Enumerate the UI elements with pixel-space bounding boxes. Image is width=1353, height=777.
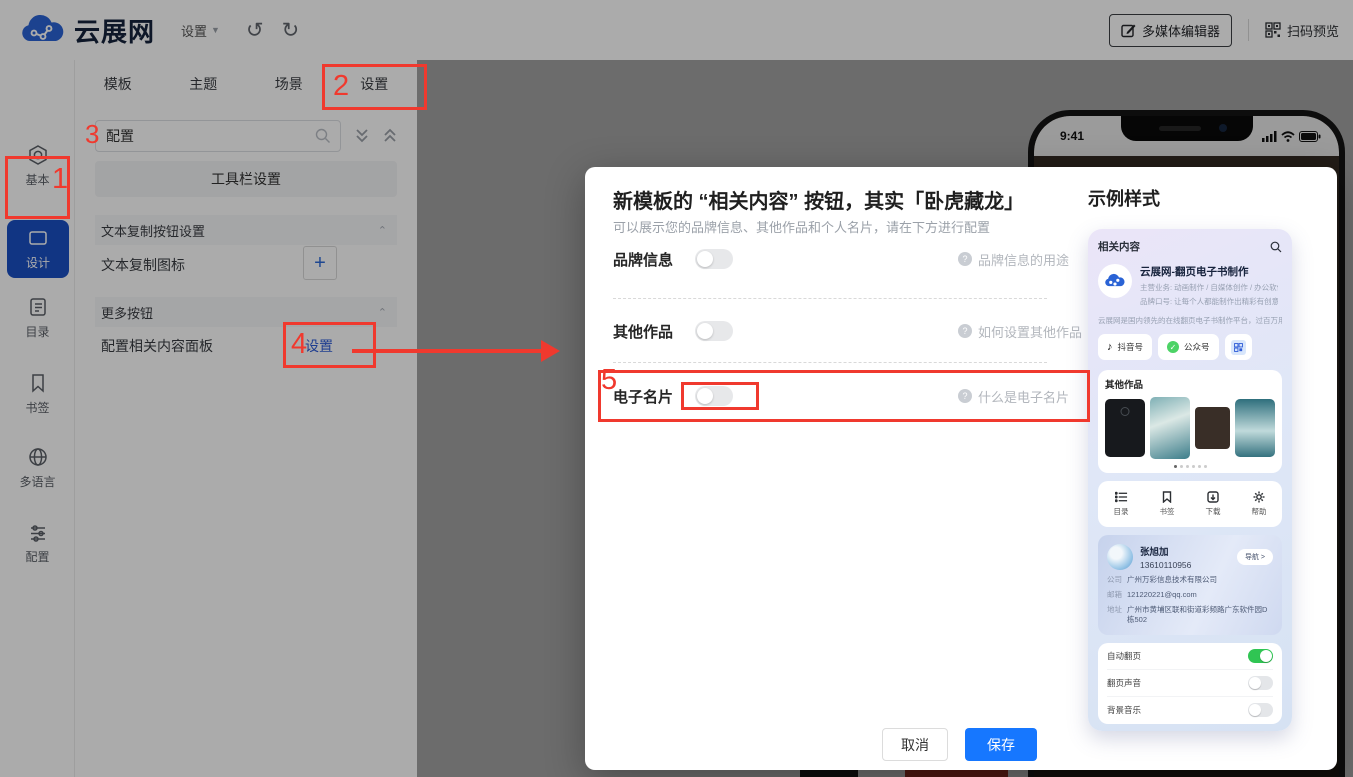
- example-preview-card: 相关内容 云展网-翻页电子书制作 主营业务: 动画制作 / 自媒体创作 / 办公…: [1088, 229, 1292, 731]
- bg-music-row: 背景音乐: [1107, 697, 1273, 724]
- toolbar-label: 帮助: [1252, 506, 1267, 517]
- company-row: 公司 广州万彩信息技术有限公司: [1107, 575, 1273, 585]
- other-works-section: 其他作品: [1098, 370, 1282, 473]
- brand-info-label: 品牌信息: [613, 249, 695, 270]
- wechat-label: 公众号: [1184, 341, 1210, 353]
- other-works-row: 其他作品 ? 如何设置其他作品: [613, 309, 1047, 353]
- person-name: 张旭加: [1140, 544, 1191, 558]
- flip-sound-toggle[interactable]: [1248, 676, 1273, 690]
- ecard-label: 电子名片: [613, 386, 695, 407]
- cloud-logo-icon: [1104, 273, 1126, 289]
- brand-line2: 品牌口号: 让每个人都能制作出精彩有创意的数字...: [1140, 296, 1278, 307]
- divider: [613, 298, 1047, 299]
- work-cover[interactable]: [1105, 399, 1145, 457]
- address-row: 地址 广州市黄埔区联和街道彩频路广东软件园D栋502: [1107, 605, 1273, 625]
- modal-subtitle: 可以展示您的品牌信息、其他作品和个人名片，请在下方进行配置: [613, 217, 990, 236]
- divider: [613, 362, 1047, 363]
- preview-panel-title: 相关内容: [1098, 239, 1140, 254]
- navigate-button[interactable]: 导航 >: [1237, 549, 1273, 565]
- brand-info-row: 品牌信息 ? 品牌信息的用途: [613, 237, 1047, 281]
- work-cover[interactable]: [1150, 397, 1190, 459]
- toggle-knob: [697, 323, 713, 339]
- question-icon: ?: [958, 389, 972, 403]
- social-buttons: ♪ 抖音号 ✓ 公众号: [1098, 334, 1282, 360]
- wechat-icon: ✓: [1167, 341, 1179, 353]
- brand-line1: 主营业务: 动画制作 / 自媒体创作 / 办公软件: [1140, 282, 1278, 293]
- brand-info-help-link[interactable]: ? 品牌信息的用途: [958, 250, 1069, 269]
- other-works-label: 其他作品: [613, 321, 695, 342]
- help-text: 如何设置其他作品: [978, 322, 1082, 341]
- email-label: 邮箱: [1107, 590, 1122, 600]
- toolbar-download-button[interactable]: 下载: [1190, 491, 1236, 517]
- person-phone: 13610110956: [1140, 560, 1191, 570]
- auto-flip-row: 自动翻页: [1107, 643, 1273, 670]
- auto-flip-toggle[interactable]: [1248, 649, 1273, 663]
- annotation-arrow: [352, 349, 544, 353]
- bg-music-toggle[interactable]: [1248, 703, 1273, 717]
- company-label: 公司: [1107, 575, 1122, 585]
- auto-flip-label: 自动翻页: [1107, 650, 1141, 662]
- address-label: 地址: [1107, 605, 1122, 625]
- douyin-label: 抖音号: [1118, 341, 1144, 353]
- douyin-icon: ♪: [1107, 341, 1113, 353]
- toolbar-help-button[interactable]: 帮助: [1236, 491, 1282, 517]
- work-cover[interactable]: [1235, 399, 1275, 457]
- download-icon: [1207, 491, 1219, 503]
- address-value: 广州市黄埔区联和街道彩频路广东软件园D栋502: [1127, 605, 1273, 625]
- wechat-official-button[interactable]: ✓ 公众号: [1158, 334, 1219, 360]
- gear-icon: [1253, 491, 1265, 503]
- question-icon: ?: [958, 252, 972, 266]
- email-value: 121220221@qq.com: [1127, 590, 1197, 600]
- toggle-knob: [697, 388, 713, 404]
- other-works-help-link[interactable]: ? 如何设置其他作品: [958, 322, 1082, 341]
- toolbar-label: 下载: [1206, 506, 1221, 517]
- preview-settings: 自动翻页 翻页声音 背景音乐: [1098, 643, 1282, 724]
- app-root: 9:41 云展网 设: [0, 0, 1353, 777]
- brand-block: 云展网-翻页电子书制作 主营业务: 动画制作 / 自媒体创作 / 办公软件 品牌…: [1098, 264, 1282, 307]
- preview-header: 相关内容: [1098, 239, 1282, 254]
- douyin-button[interactable]: ♪ 抖音号: [1098, 334, 1152, 360]
- company-value: 广州万彩信息技术有限公司: [1127, 575, 1217, 585]
- cancel-button[interactable]: 取消: [882, 728, 948, 761]
- toggle-knob: [697, 251, 713, 267]
- business-card: 张旭加 13610110956 导航 > 公司 广州万彩信息技术有限公司 邮箱 …: [1098, 535, 1282, 635]
- help-text: 什么是电子名片: [978, 387, 1069, 406]
- qr-button[interactable]: [1225, 334, 1252, 360]
- flip-sound-label: 翻页声音: [1107, 677, 1141, 689]
- brand-desc-text: 云展网是国内领先的在线翻页电子书制作平台，过百万用户....: [1098, 316, 1282, 325]
- brand-description: 云展网是国内领先的在线翻页电子书制作平台，过百万用户.... 更多: [1098, 315, 1282, 326]
- bg-music-label: 背景音乐: [1107, 704, 1141, 716]
- work-cover[interactable]: [1195, 407, 1231, 449]
- question-icon: ?: [958, 324, 972, 338]
- related-content-modal: 新模板的 “相关内容” 按钮，其实「卧虎藏龙」 可以展示您的品牌信息、其他作品和…: [585, 167, 1337, 770]
- example-style-title: 示例样式: [1088, 185, 1160, 211]
- ecard-toggle[interactable]: [695, 386, 733, 406]
- avatar: [1107, 544, 1133, 570]
- modal-title: 新模板的 “相关内容” 按钮，其实「卧虎藏龙」: [613, 185, 1024, 214]
- toc-icon: [1115, 491, 1128, 503]
- toolbar-label: 书签: [1160, 506, 1175, 517]
- search-icon[interactable]: [1270, 241, 1282, 253]
- other-works-title: 其他作品: [1105, 377, 1275, 391]
- flip-sound-row: 翻页声音: [1107, 670, 1273, 697]
- toolbar-label: 目录: [1114, 506, 1129, 517]
- brand-info-toggle[interactable]: [695, 249, 733, 269]
- email-row: 邮箱 121220221@qq.com: [1107, 590, 1273, 600]
- annotation-arrow-head: [541, 340, 560, 362]
- toolbar-toc-button[interactable]: 目录: [1098, 491, 1144, 517]
- preview-toolbar: 目录 书签 下载 帮助: [1098, 481, 1282, 527]
- toolbar-bookmark-button[interactable]: 书签: [1144, 491, 1190, 517]
- save-button[interactable]: 保存: [965, 728, 1037, 761]
- brand-logo: [1098, 264, 1132, 298]
- ecard-row: 电子名片 ? 什么是电子名片: [613, 374, 1047, 418]
- ecard-help-link[interactable]: ? 什么是电子名片: [958, 387, 1069, 406]
- works-covers: [1105, 397, 1275, 459]
- help-text: 品牌信息的用途: [978, 250, 1069, 269]
- brand-name: 云展网-翻页电子书制作: [1140, 264, 1278, 279]
- other-works-toggle[interactable]: [695, 321, 733, 341]
- bookmark-icon: [1161, 491, 1173, 503]
- carousel-dots: [1105, 465, 1275, 468]
- qr-code-icon: [1231, 340, 1246, 355]
- brand-info: 云展网-翻页电子书制作 主营业务: 动画制作 / 自媒体创作 / 办公软件 品牌…: [1140, 264, 1278, 307]
